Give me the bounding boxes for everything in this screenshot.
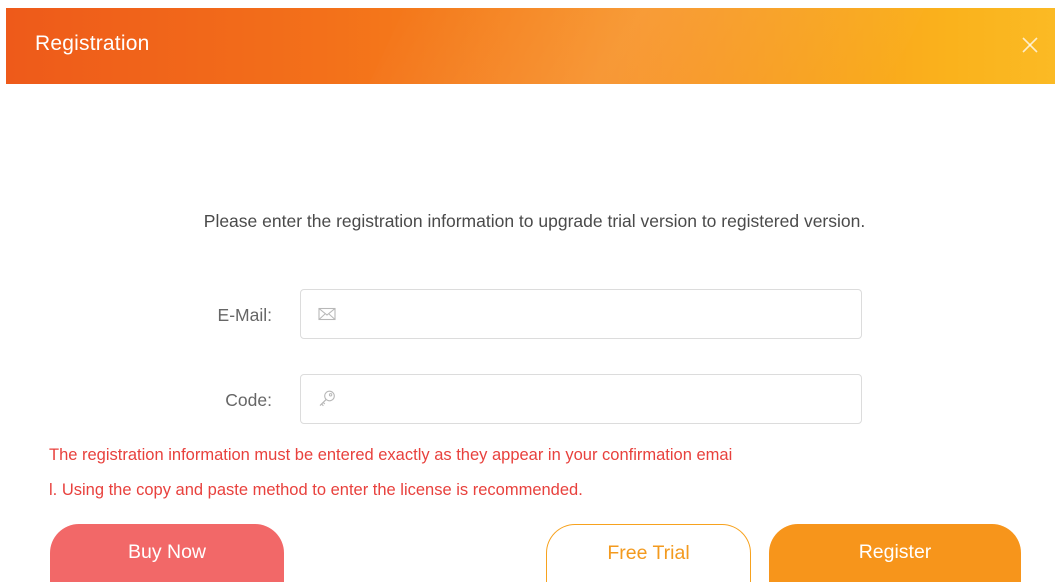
warning-text-line-1: The registration information must be ent… xyxy=(49,446,733,464)
intro-text: Please enter the registration informatio… xyxy=(203,211,866,231)
close-icon xyxy=(1022,37,1038,53)
email-input[interactable] xyxy=(349,290,849,338)
key-icon xyxy=(319,390,335,407)
warning-text-line-2: l. Using the copy and paste method to en… xyxy=(49,481,583,499)
register-button[interactable]: Register xyxy=(769,524,1021,582)
email-label: E-Mail: xyxy=(217,305,272,325)
title-bar-sheen xyxy=(348,8,944,84)
code-field[interactable] xyxy=(300,374,862,424)
email-field[interactable] xyxy=(300,289,862,339)
dialog-title: Registration xyxy=(35,32,150,55)
close-button[interactable] xyxy=(1019,34,1041,56)
envelope-icon xyxy=(318,307,336,321)
buy-now-button[interactable]: Buy Now xyxy=(50,524,284,582)
code-input[interactable] xyxy=(349,375,849,423)
title-bar: Registration xyxy=(6,8,1055,84)
registration-dialog: Registration Please enter the registrati… xyxy=(0,0,1055,582)
free-trial-button[interactable]: Free Trial xyxy=(546,524,751,582)
code-label: Code: xyxy=(225,390,272,410)
